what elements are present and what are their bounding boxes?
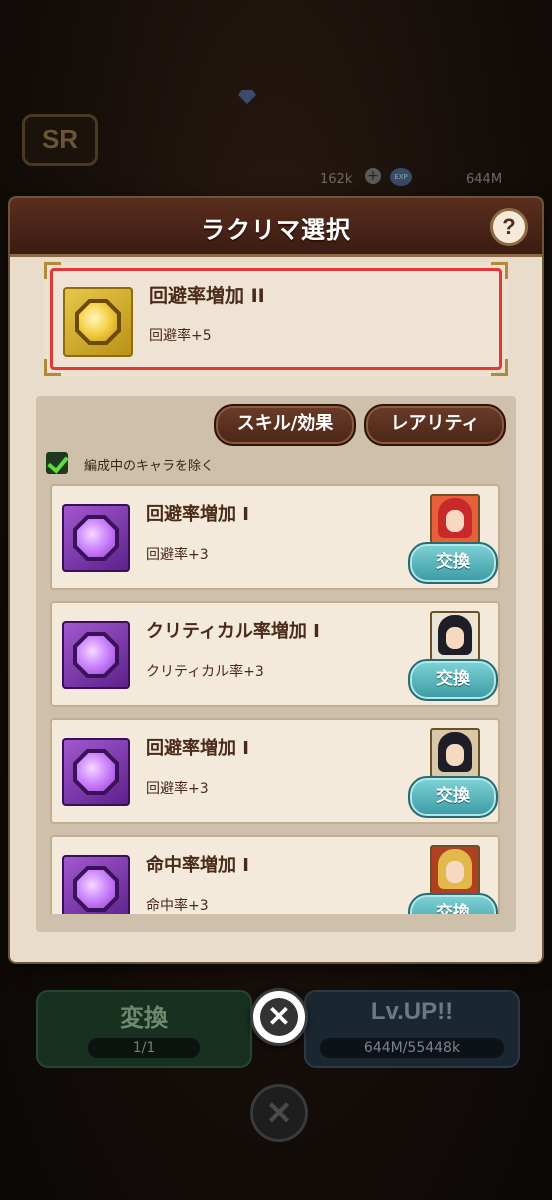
exchange-button[interactable]: 交換: [408, 659, 498, 701]
character-portrait: [430, 494, 480, 544]
lacrima-list-panel: スキル/効果 レアリティ 編成中のキャラを除く 回避率増加 I 回避率+3 交換…: [36, 396, 516, 932]
lacrima-select-dialog: ラクリマ選択 ? 回避率増加 II 回避率+5 スキル/効果 レアリティ 編成中…: [10, 198, 542, 962]
help-button[interactable]: ?: [490, 208, 528, 246]
currency-amount: 162k: [320, 172, 353, 187]
exclude-team-label: 編成中のキャラを除く: [84, 459, 215, 474]
close-icon: ✕: [260, 998, 298, 1036]
lacrima-name: 回避率増加 I: [146, 738, 249, 759]
dialog-header: ラクリマ選択 ?: [10, 198, 542, 257]
dialog-title: ラクリマ選択: [201, 216, 351, 244]
selected-lacrima-effect: 回避率+5: [149, 328, 212, 344]
list-item[interactable]: 回避率増加 I 回避率+3 交換: [50, 718, 500, 824]
rarity-filter-button[interactable]: レアリティ: [364, 404, 506, 446]
exchange-button[interactable]: 交換: [408, 542, 498, 584]
purple-lacrima-icon: [62, 621, 130, 689]
selected-lacrima-name: 回避率増加 II: [149, 285, 265, 307]
character-portrait: [430, 728, 480, 778]
character-portrait: [430, 611, 480, 661]
rank-badge: SR: [22, 114, 98, 166]
level-up-button: Lv.UP!! 644M/55448k: [304, 990, 520, 1068]
lacrima-effect: クリティカル率+3: [146, 664, 264, 680]
exp-icon: EXP: [390, 168, 412, 186]
exchange-button[interactable]: 交換: [408, 893, 498, 914]
lacrima-effect: 回避率+3: [146, 781, 209, 797]
purple-lacrima-icon: [62, 738, 130, 806]
close-button[interactable]: ✕: [250, 988, 308, 1046]
skill-effect-filter-button[interactable]: スキル/効果: [214, 404, 356, 446]
lacrima-list[interactable]: 回避率増加 I 回避率+3 交換 クリティカル率増加 I クリティカル率+3 交…: [50, 484, 506, 914]
character-portrait: [430, 845, 480, 895]
background-close-icon: ✕: [250, 1084, 308, 1142]
add-currency-icon: +: [365, 168, 381, 184]
gold-lacrima-icon: [63, 287, 133, 357]
selected-lacrima[interactable]: 回避率増加 II 回避率+5: [44, 262, 508, 376]
exp-amount: 644M: [466, 172, 503, 187]
list-item[interactable]: クリティカル率増加 I クリティカル率+3 交換: [50, 601, 500, 707]
lacrima-name: 回避率増加 I: [146, 504, 249, 525]
lacrima-effect: 回避率+3: [146, 547, 209, 563]
lacrima-name: クリティカル率増加 I: [146, 621, 320, 642]
lacrima-name: 命中率増加 I: [146, 855, 249, 876]
check-icon[interactable]: [46, 452, 68, 474]
list-item[interactable]: 回避率増加 I 回避率+3 交換: [50, 484, 500, 590]
list-item[interactable]: 命中率増加 I 命中率+3 交換: [50, 835, 500, 914]
lacrima-effect: 命中率+3: [146, 898, 209, 914]
exchange-button[interactable]: 交換: [408, 776, 498, 818]
purple-lacrima-icon: [62, 855, 130, 914]
convert-button: 変換 1/1: [36, 990, 252, 1068]
selection-highlight: 回避率増加 II 回避率+5: [50, 268, 502, 370]
purple-lacrima-icon: [62, 504, 130, 572]
